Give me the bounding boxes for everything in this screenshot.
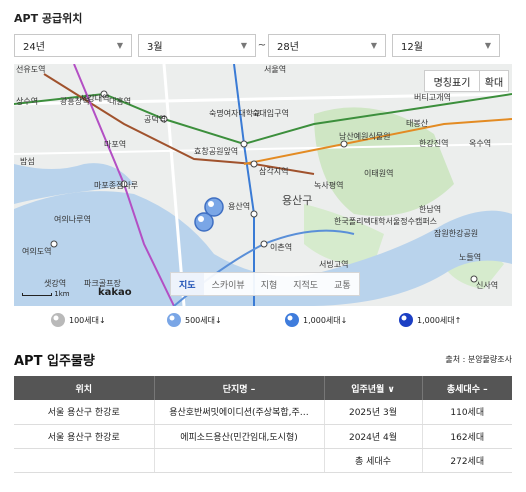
- range-separator: ~: [257, 40, 267, 51]
- map-label: 밤섬: [20, 156, 35, 166]
- map-label: 녹사평역: [314, 180, 343, 190]
- tab-cadastral[interactable]: 지적도: [285, 273, 326, 295]
- cell-location: 서울 용산구 한강로: [14, 424, 155, 449]
- legend-item-100: 100세대↓: [50, 312, 166, 328]
- occupancy-section-title: APT 입주물량: [14, 354, 95, 369]
- map-label: 숙대입구역: [252, 108, 289, 118]
- end-month-value: 12월: [401, 42, 423, 53]
- map-label: 남산예원식물원: [339, 131, 391, 141]
- map-scale: 1km: [22, 290, 70, 298]
- cell-empty: [14, 448, 155, 473]
- map-label: 샛강역: [44, 278, 66, 288]
- table-row: 서울 용산구 한강로 용산호반써밋에이디션(주상복합,주… 2025년 3월 1…: [14, 400, 512, 425]
- scale-bar: [22, 292, 52, 296]
- tab-terrain[interactable]: 지형: [253, 273, 286, 295]
- map-label: 상수역: [16, 96, 38, 106]
- legend-label: 1,000세대↓: [303, 315, 348, 325]
- data-source: 출처 : 분양물량조사: [445, 355, 512, 364]
- map-label: 서울역: [264, 64, 286, 74]
- marker-dark-blue-icon: [399, 313, 413, 327]
- map-label: 잠원한강공원: [434, 228, 478, 238]
- district-label: 용산구: [282, 194, 312, 207]
- cell-move-in: 2024년 4월: [324, 424, 423, 449]
- map-view[interactable]: 서강대역 상수역 광흥창역 대흥역 공덕역 숙명여자대학교 숙대입구역 마포역 …: [14, 64, 512, 306]
- map-label: 여의도역: [22, 246, 51, 256]
- cell-complex: 용산호반써밋에이디션(주상복합,주…: [154, 400, 325, 425]
- map-label: 삼각지역: [259, 166, 288, 176]
- cell-units: 162세대: [422, 424, 512, 449]
- cell-move-in: 2025년 3월: [324, 400, 423, 425]
- map-label: 마포역: [104, 139, 126, 149]
- end-month-select[interactable]: 12월 ▼: [392, 34, 500, 57]
- tab-traffic[interactable]: 교통: [326, 273, 359, 295]
- map-label: 여의나루역: [54, 214, 91, 224]
- map-label: 신사역: [476, 280, 498, 290]
- chevron-down-icon: ▼: [116, 41, 123, 50]
- table-total-row: 총 세대수 272세대: [14, 448, 512, 473]
- col-move-in-sort[interactable]: 입주년월 ∨: [324, 376, 423, 400]
- map-label: 마포종점나루: [94, 180, 138, 190]
- zoom-in-button[interactable]: 확대: [479, 70, 509, 92]
- table-header-row: 위치 단지명 – 입주년월 ∨ 총세대수 –: [14, 376, 512, 400]
- legend-label: 1,000세대↑: [417, 315, 462, 325]
- map-legend: 100세대↓ 500세대↓ 1,000세대↓ 1,000세대↑: [50, 312, 461, 328]
- legend-item-1000-up: 1,000세대↑: [398, 312, 461, 328]
- scale-label: 1km: [54, 290, 70, 298]
- map-label: 서빙고역: [319, 259, 348, 269]
- tab-map[interactable]: 지도: [171, 273, 204, 295]
- map-label: 대흥역: [109, 96, 131, 106]
- cell-location: 서울 용산구 한강로: [14, 400, 155, 425]
- map-label: 공덕역: [144, 114, 166, 124]
- chevron-down-icon: ▼: [240, 41, 247, 50]
- end-year-value: 28년: [277, 42, 299, 53]
- start-month-value: 3월: [147, 42, 163, 53]
- col-units-sort[interactable]: 총세대수 –: [422, 376, 512, 400]
- legend-item-1000-down: 1,000세대↓: [284, 312, 398, 328]
- map-label: 광흥창역: [60, 96, 89, 106]
- marker-light-blue-icon: [167, 313, 181, 327]
- cell-units: 110세대: [422, 400, 512, 425]
- table-row: 서울 용산구 한강로 에피소드용산(민간임대,도시형) 2024년 4월 162…: [14, 424, 512, 449]
- end-year-select[interactable]: 28년 ▼: [268, 34, 386, 57]
- map-label: 태봉산: [406, 118, 429, 128]
- marker-gray-icon: [51, 313, 65, 327]
- map-label: 한국폴리텍대학서울정수캠퍼스: [334, 216, 437, 226]
- map-label: 한강진역: [419, 138, 448, 148]
- col-location: 위치: [14, 376, 155, 400]
- start-month-select[interactable]: 3월 ▼: [138, 34, 256, 57]
- chevron-down-icon: ▼: [370, 41, 377, 50]
- map-label: 이태원역: [364, 168, 393, 178]
- marker-blue-icon: [285, 313, 299, 327]
- map-label: 선유도역: [16, 64, 45, 74]
- map-label: 용산역: [228, 201, 250, 211]
- tab-skyview[interactable]: 스카이뷰: [204, 273, 253, 295]
- legend-label: 500세대↓: [185, 315, 222, 325]
- kakao-logo: kakao: [98, 287, 132, 298]
- apartment-marker[interactable]: [194, 212, 214, 232]
- cell-complex: 에피소드용산(민간임대,도시형): [154, 424, 325, 449]
- map-label: 옥수역: [469, 138, 491, 148]
- total-value: 272세대: [422, 448, 512, 473]
- start-year-value: 24년: [23, 42, 45, 53]
- legend-label: 100세대↓: [69, 315, 106, 325]
- map-label: 노들역: [459, 252, 481, 262]
- cell-empty: [154, 448, 325, 473]
- map-canvas: 서강대역 상수역 광흥창역 대흥역 공덕역 숙명여자대학교 숙대입구역 마포역 …: [14, 64, 512, 306]
- occupancy-table: 위치 단지명 – 입주년월 ∨ 총세대수 – 서울 용산구 한강로 용산호반써밋…: [14, 376, 512, 473]
- date-filter-bar: 24년 ▼ 3월 ▼ ~ 28년 ▼ 12월 ▼: [14, 34, 500, 57]
- col-complex-sort[interactable]: 단지명 –: [154, 376, 325, 400]
- legend-item-500: 500세대↓: [166, 312, 284, 328]
- map-type-tabs: 지도 스카이뷰 지형 지적도 교통: [170, 272, 360, 296]
- toggle-labels-button[interactable]: 명칭표기: [424, 70, 480, 92]
- chevron-down-icon: ▼: [484, 41, 491, 50]
- map-label: 한남역: [419, 204, 441, 214]
- supply-section-title: APT 공급위치: [14, 12, 83, 25]
- map-label: 버티고개역: [414, 92, 451, 102]
- map-label: 이촌역: [270, 242, 292, 252]
- start-year-select[interactable]: 24년 ▼: [14, 34, 132, 57]
- total-label: 총 세대수: [324, 448, 423, 473]
- map-label: 효창공원앞역: [194, 146, 238, 156]
